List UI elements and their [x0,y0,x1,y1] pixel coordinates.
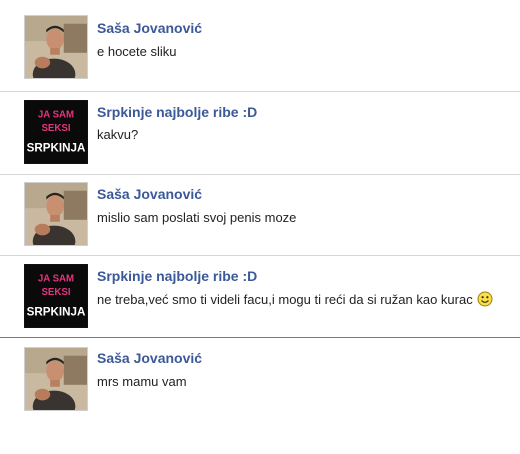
sender-avatar[interactable] [24,347,88,411]
message-separator [0,174,520,175]
message-thread: Saša Jovanović e hocete sliku JA SAM SEK… [0,0,520,454]
message-text: e hocete sliku [97,44,177,59]
avatar-logo-line-1: JA SAM [38,109,74,120]
sender-avatar[interactable]: JA SAM SEKSI SRPKINJA [24,264,88,328]
group-logo-avatar: JA SAM SEKSI SRPKINJA [25,101,87,163]
message-separator [0,337,520,338]
message-text-content: ne treba,već smo ti videli facu,i mogu t… [97,292,473,307]
message-text: mislio sam poslati svoj penis moze [97,210,297,225]
group-logo-avatar: JA SAM SEKSI SRPKINJA [25,265,87,327]
message-text: kakvu? [97,127,139,142]
man-photo-avatar [25,348,87,410]
sender-name[interactable]: Saša Jovanović [97,20,202,36]
avatar-logo-line-2: SEKSI [41,123,70,134]
man-photo-avatar [25,16,87,78]
sender-avatar[interactable] [24,15,88,79]
avatar-logo-line-3: SRPKINJA [27,305,86,318]
sender-avatar[interactable] [24,182,88,246]
message-text: ne treba,već smo ti videli facu,i mogu t… [97,291,493,307]
sender-avatar[interactable]: JA SAM SEKSI SRPKINJA [24,100,88,164]
message-text: mrs mamu vam [97,374,187,389]
sender-name[interactable]: Saša Jovanović [97,350,202,366]
sender-name[interactable]: Srpkinje najbolje ribe :D [97,268,257,284]
avatar-logo-line-1: JA SAM [38,273,74,284]
avatar-logo-line-2: SEKSI [41,287,70,298]
smiley-icon [477,291,493,307]
man-photo-avatar [25,183,87,245]
sender-name[interactable]: Saša Jovanović [97,186,202,202]
message-separator [0,91,520,92]
message-separator [0,255,520,256]
avatar-logo-line-3: SRPKINJA [27,141,86,154]
sender-name[interactable]: Srpkinje najbolje ribe :D [97,104,257,120]
